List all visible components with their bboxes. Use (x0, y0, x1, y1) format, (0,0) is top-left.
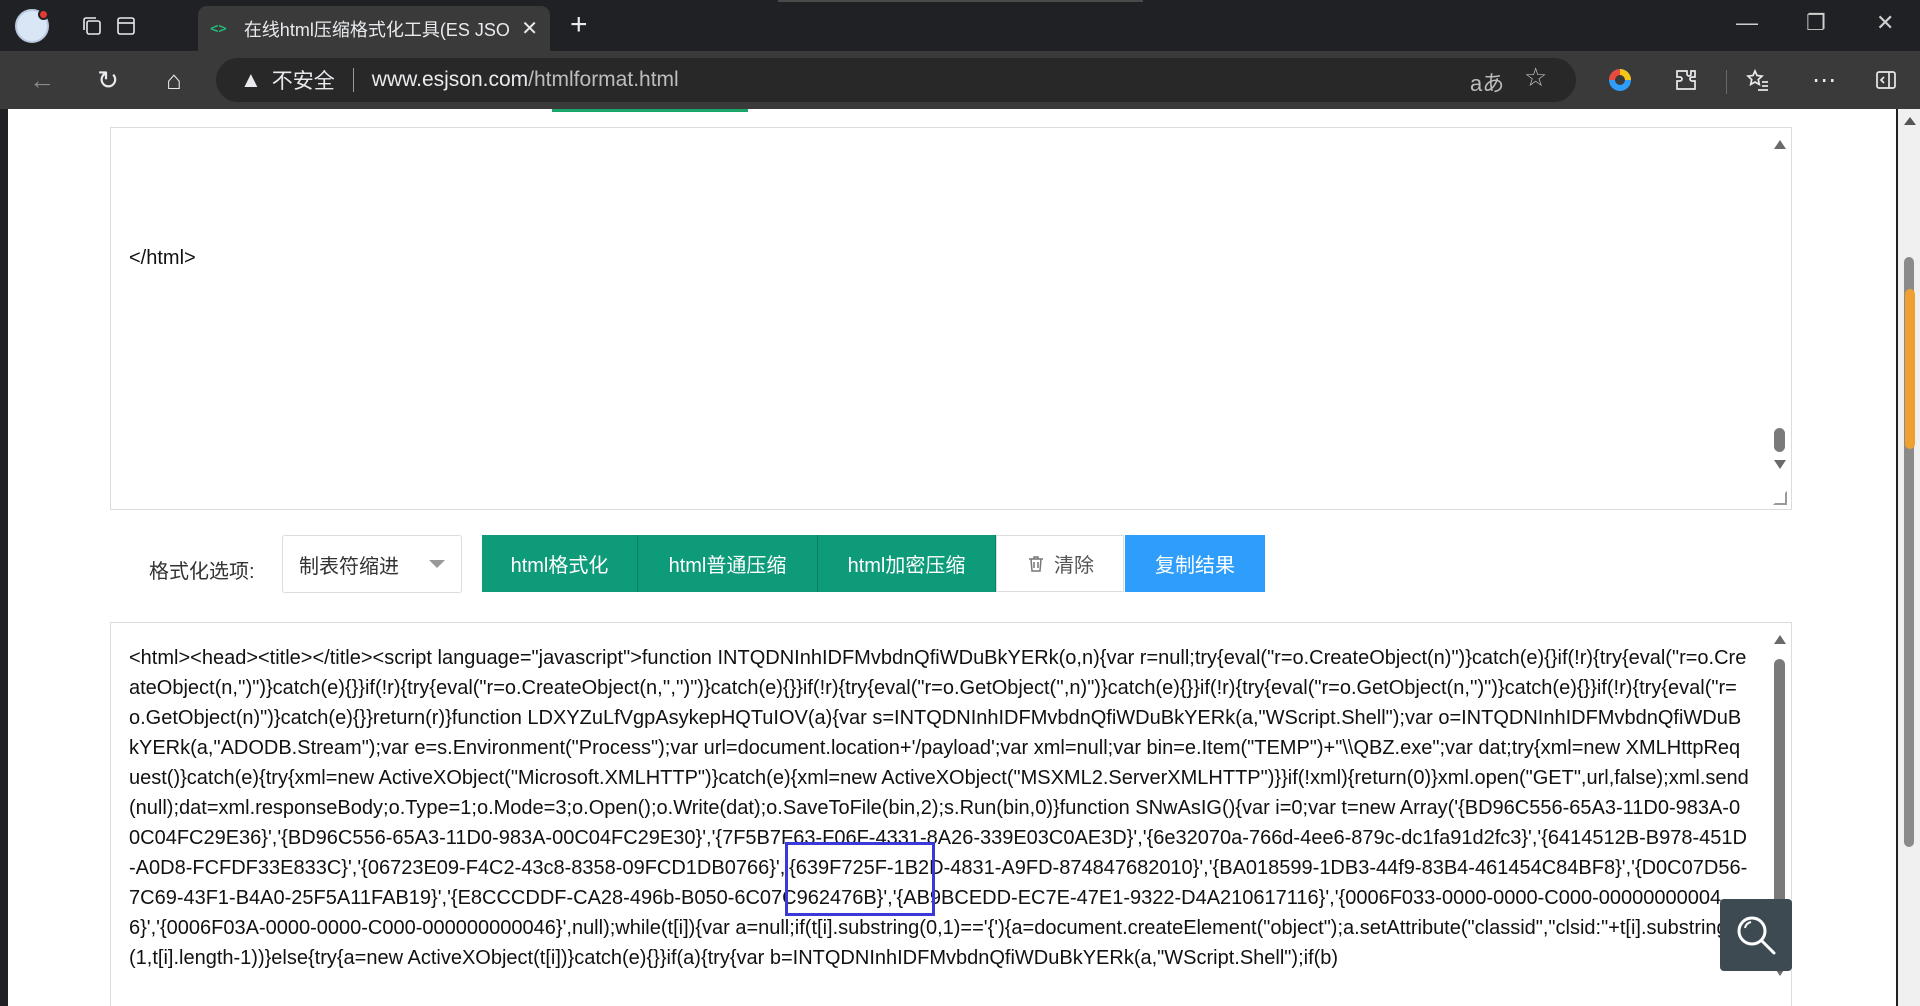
html-encrypt-compress-button[interactable]: html加密压缩 (818, 535, 996, 592)
tab-close-icon[interactable]: ✕ (521, 16, 538, 41)
input-editor-scrollbar[interactable] (1769, 128, 1791, 509)
reload-icon[interactable]: ↻ (88, 61, 128, 99)
page-scroll-marker (1905, 289, 1915, 449)
copy-result-button[interactable]: 复制结果 (1125, 535, 1265, 592)
url-path: /htmlformat.html (528, 68, 679, 91)
web-page: </html> 格式化选项: 制表符缩进 html格式化 html普通压缩 ht… (8, 109, 1896, 1006)
clear-button[interactable]: 清除 (996, 535, 1124, 592)
url-text[interactable]: www.esjson.com/htmlformat.html (372, 68, 679, 92)
chevron-down-icon (429, 560, 445, 568)
avatar (15, 9, 49, 43)
html-compress-button[interactable]: html普通压缩 (638, 535, 818, 592)
page-scroll-up-icon[interactable] (1904, 117, 1916, 125)
toolbar-separator (1726, 70, 1727, 94)
code-favicon-icon: <> (210, 20, 227, 37)
notification-dot (38, 9, 49, 20)
url-host: www.esjson.com (371, 68, 529, 91)
back-icon[interactable]: ← (22, 61, 62, 99)
sidebar-toggle-icon[interactable] (1866, 61, 1906, 99)
restore-icon[interactable]: ❐ (1806, 10, 1826, 36)
favorites-icon[interactable] (1738, 61, 1778, 99)
trash-icon (1029, 555, 1043, 572)
output-scroll-thumb[interactable] (1774, 659, 1785, 909)
clear-button-label: 清除 (1054, 555, 1094, 577)
html-output-editor[interactable]: <html><head><title></title><script langu… (110, 622, 1792, 1006)
extensions-puzzle-icon[interactable] (1666, 61, 1706, 99)
window-close-icon[interactable]: ✕ (1876, 10, 1894, 36)
scroll-up-icon[interactable] (1774, 140, 1786, 149)
tab-title: 在线html压缩格式化工具(ES JSON (243, 19, 512, 40)
warning-icon[interactable]: ▲ (240, 67, 262, 93)
more-menu-icon[interactable]: ⋯ (1804, 61, 1844, 99)
tab-active[interactable]: <> 在线html压缩格式化工具(ES JSON ✕ (198, 6, 550, 51)
tabstrip-accent (778, 0, 1143, 2)
html-input-editor[interactable]: </html> (110, 127, 1792, 510)
read-aloud-icon[interactable]: aあ (1470, 66, 1504, 98)
home-icon[interactable]: ⌂ (154, 61, 194, 99)
html-format-button[interactable]: html格式化 (482, 535, 638, 592)
floating-search-button[interactable] (1720, 899, 1792, 971)
active-tab-indicator (552, 109, 748, 112)
page-scrollbar[interactable] (1898, 109, 1920, 1006)
input-editor-text[interactable]: </html> (129, 243, 1751, 273)
extension-colorful-icon[interactable] (1600, 61, 1640, 99)
workspaces-icon[interactable] (74, 8, 110, 44)
address-separator (352, 68, 354, 92)
scroll-up-icon[interactable] (1774, 635, 1786, 644)
indent-select-value: 制表符缩进 (299, 555, 399, 578)
indent-select[interactable]: 制表符缩进 (282, 535, 462, 593)
format-options-label: 格式化选项: (149, 561, 255, 583)
address-bar[interactable]: ▲ 不安全 www.esjson.com/htmlformat.html aあ … (216, 58, 1576, 102)
output-editor-text[interactable]: <html><head><title></title><script langu… (129, 643, 1751, 973)
profile-avatar-icon[interactable] (14, 8, 50, 44)
browser-tabstrip: <> 在线html压缩格式化工具(ES JSON ✕ + — ❐ ✕ (0, 0, 1920, 51)
scroll-down-icon[interactable] (1774, 460, 1786, 469)
favorite-star-icon[interactable]: ☆ (1524, 62, 1547, 93)
input-scroll-thumb[interactable] (1774, 428, 1785, 452)
tab-actions-icon[interactable] (108, 8, 144, 44)
new-tab-icon[interactable]: + (570, 8, 588, 42)
minimize-icon[interactable]: — (1736, 10, 1758, 36)
security-label[interactable]: 不安全 (272, 65, 335, 95)
search-icon (1737, 916, 1776, 955)
